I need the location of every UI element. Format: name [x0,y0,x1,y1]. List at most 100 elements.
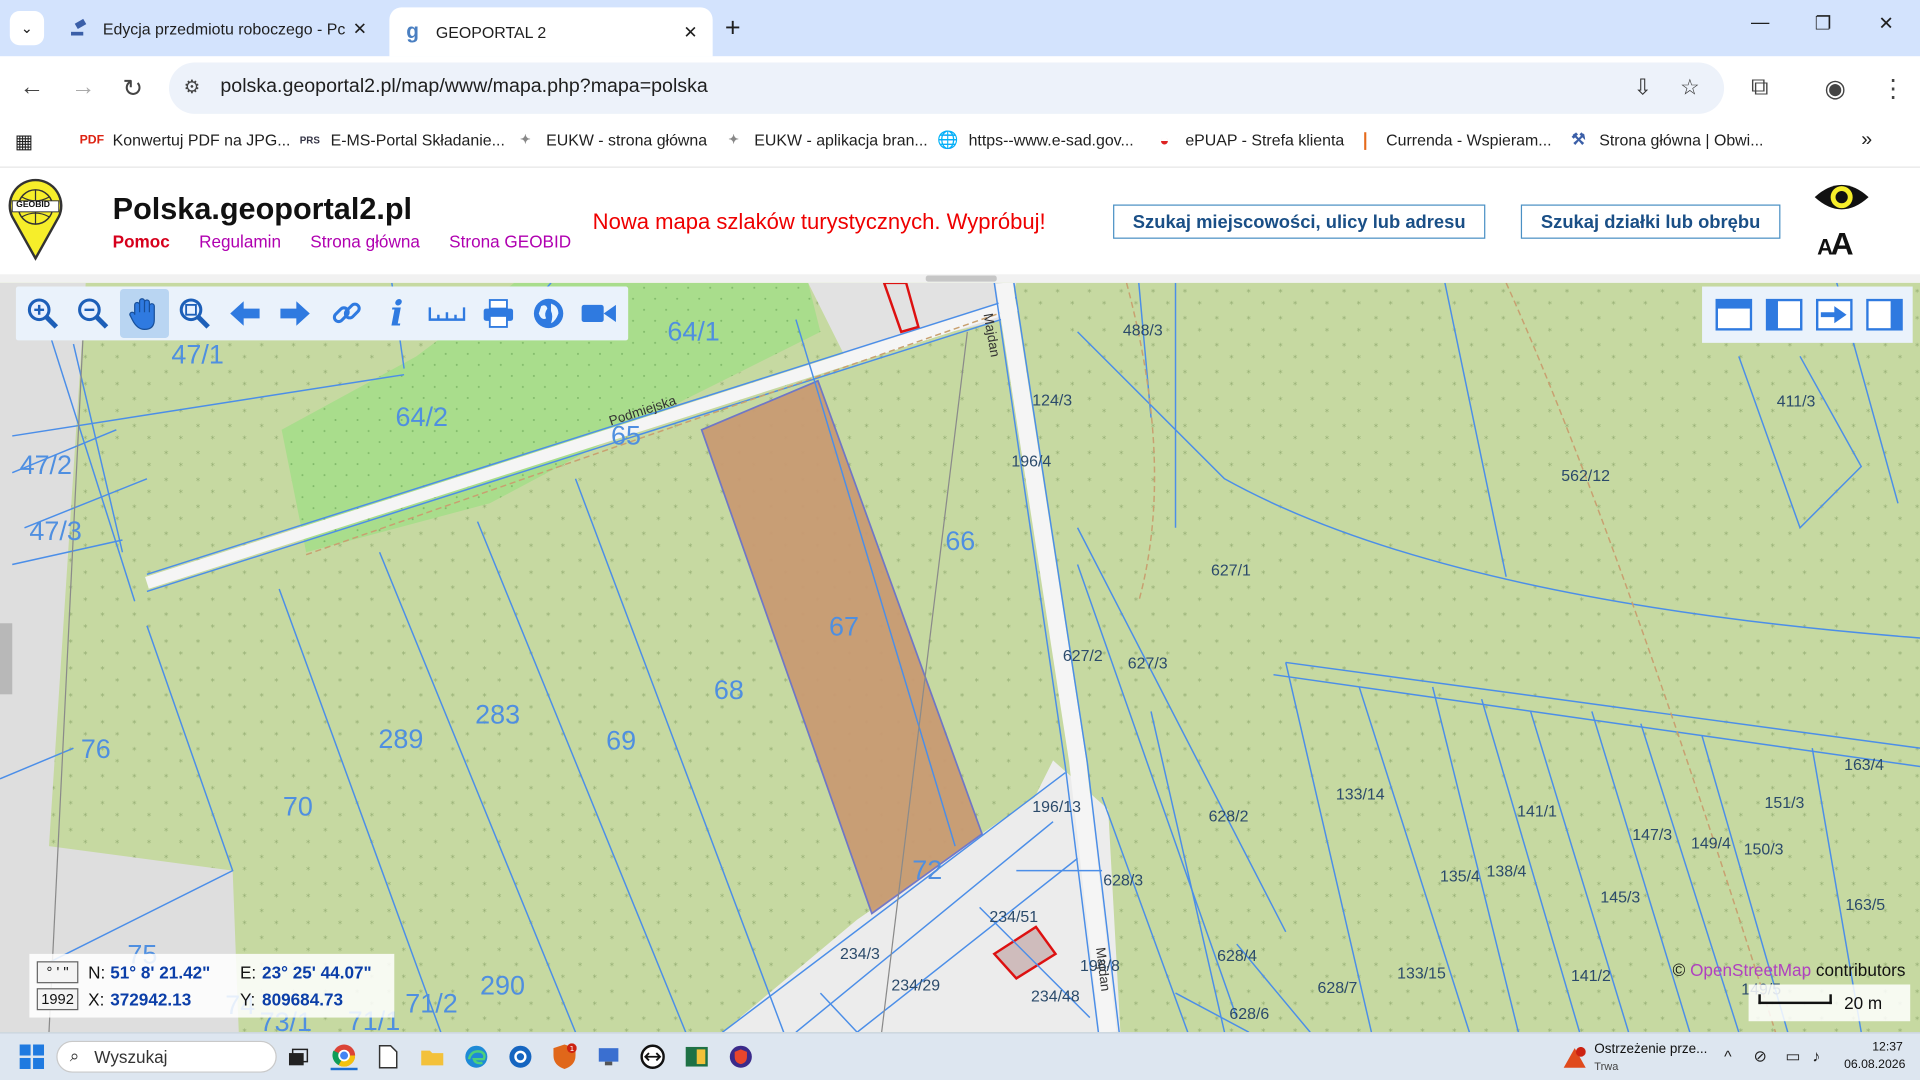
network-off-icon[interactable]: ⊘ [1753,1047,1766,1067]
geobid-link[interactable]: Strona GEOBID [449,231,571,251]
forward-arrow-icon[interactable] [271,289,320,338]
new-tab-button[interactable]: + [725,12,741,44]
parcel-label[interactable]: 141/1 [1517,802,1557,820]
parcel-label[interactable]: 147/3 [1632,825,1672,843]
print-icon[interactable] [473,289,522,338]
search-address-button[interactable]: Szukaj miejscowości, ulicy lub adresu [1113,204,1486,239]
bookmark-epuap[interactable]: ◒ ePUAP - Strefa klienta [1153,130,1345,150]
bookmark-eukw-app[interactable]: ✦ EUKW - aplikacja bran... [722,130,927,150]
parcel-label[interactable]: 149/4 [1691,834,1731,852]
parcel-label[interactable]: 133/15 [1397,964,1446,982]
back-arrow-icon[interactable] [221,289,270,338]
file-icon[interactable] [375,1043,402,1070]
minimize-icon[interactable]: — [1751,12,1769,33]
window-icon[interactable] [1711,291,1758,338]
bookmark-star-icon[interactable]: ☆ [1680,75,1700,101]
parcel-label[interactable]: 627/3 [1128,654,1168,672]
zoom-box-icon[interactable] [170,289,219,338]
bookmark-obwieszczenia[interactable]: ⚒ Strona główna | Obwi... [1567,130,1763,150]
left-panel-icon[interactable] [1761,291,1808,338]
font-size-toggle[interactable]: AA [1817,225,1871,263]
monitor-icon[interactable]: ▭ [1785,1047,1800,1067]
parcel-label[interactable]: 628/3 [1103,871,1143,889]
parcel-label[interactable]: 141/2 [1571,966,1611,984]
tab-geoportal[interactable]: g GEOPORTAL 2 ✕ [389,7,713,57]
clock[interactable]: 12:37 06.08.2026 [1844,1040,1905,1074]
chevron-up-icon[interactable]: ^ [1724,1047,1731,1065]
zoom-out-icon[interactable] [69,289,118,338]
measure-icon[interactable] [423,289,472,338]
bookmark-ems[interactable]: PRS E-MS-Portal Składanie... [299,130,505,150]
parcel-label[interactable]: 150/3 [1744,840,1784,858]
extensions-icon[interactable]: ⧉ [1751,73,1768,101]
url-text[interactable]: polska.geoportal2.pl/map/www/mapa.php?ma… [220,76,707,98]
parcel-label[interactable]: 135/4 [1440,867,1480,885]
security-app-icon[interactable] [727,1043,754,1070]
windows-start-icon[interactable] [19,1044,45,1069]
info-icon[interactable]: i [372,289,421,338]
side-panel-handle[interactable] [0,623,13,695]
zoom-in-icon[interactable] [18,289,67,338]
site-settings-icon[interactable]: ⚙ [184,76,200,98]
restore-icon[interactable]: ❐ [1815,12,1831,34]
shield-icon[interactable]: 1 [551,1043,578,1070]
parcel-label[interactable]: 151/3 [1765,793,1805,811]
resize-grip[interactable] [925,275,997,282]
parcel-label[interactable]: 627/2 [1063,647,1103,665]
parcel-label[interactable]: 163/4 [1844,756,1884,774]
parcel-label[interactable]: 234/51 [989,907,1038,925]
folder-icon[interactable] [419,1043,446,1070]
parcel-label[interactable]: 234/48 [1031,987,1080,1005]
tab-search-button[interactable]: ⌄ [9,11,45,46]
search-parcel-button[interactable]: Szukaj działki lub obrębu [1520,204,1781,239]
parcel-label[interactable]: 627/1 [1211,561,1251,579]
osm-link[interactable]: OpenStreetMap [1690,960,1811,980]
more-bookmarks-icon[interactable]: » [1861,130,1872,152]
install-app-icon[interactable]: ⇩ [1633,75,1651,101]
menu-dots-icon[interactable]: ⋮ [1881,73,1905,104]
reload-icon[interactable]: ↻ [122,73,143,104]
taskbar-search[interactable]: ⌕ Wyszukaj [56,1040,277,1073]
parcel-label[interactable]: 163/5 [1845,895,1885,913]
coord-format-button[interactable]: ° ' " [36,961,79,984]
link-icon[interactable] [322,289,371,338]
parcel-label[interactable]: 234/29 [891,976,940,994]
excel-icon[interactable] [683,1043,710,1070]
speaker-icon[interactable]: ♪ [1812,1047,1820,1065]
teamviewer-icon[interactable] [639,1043,666,1070]
back-icon[interactable]: ← [20,73,44,101]
task-view-icon[interactable] [284,1043,311,1070]
remote-icon[interactable] [595,1043,622,1070]
bookmark-currenda[interactable]: ❘ Currenda - Wspieram... [1354,129,1551,150]
parcel-label[interactable]: 133/14 [1336,785,1385,803]
terms-link[interactable]: Regulamin [199,231,281,251]
parcel-label[interactable]: 234/3 [840,944,880,962]
parcel-label[interactable]: 138/4 [1487,862,1527,880]
export-icon[interactable] [1811,291,1858,338]
video-icon[interactable] [575,289,624,338]
parcel-label[interactable]: 411/3 [1777,392,1816,410]
globe-icon[interactable] [524,289,573,338]
header-divider[interactable] [0,274,1920,283]
parcel-label[interactable]: 628/4 [1217,947,1257,965]
map-view[interactable]: * * [0,282,1920,1033]
close-window-icon[interactable]: ✕ [1878,12,1893,34]
bookmark-esad[interactable]: 🌐 https--www.e-sad.gov... [937,129,1134,150]
edge-icon[interactable] [463,1043,490,1070]
forward-icon[interactable]: → [71,73,95,101]
close-tab-icon[interactable]: ✕ [350,18,370,39]
geobid-logo[interactable] [7,178,63,261]
bookmark-pdf24[interactable]: PDF Konwertuj PDF na JPG... [80,130,291,150]
help-link[interactable]: Pomoc [113,231,170,251]
parcel-label[interactable]: 196/13 [1032,797,1081,815]
chrome-icon[interactable] [330,1043,358,1071]
tab-edycja[interactable]: Edycja przedmiotu roboczego - Pc ✕ [56,7,382,49]
parcel-label[interactable]: 488/3 [1123,321,1163,339]
bookmark-eukw-home[interactable]: ✦ EUKW - strona główna [514,130,707,150]
address-bar[interactable]: ⚙ polska.geoportal2.pl/map/www/mapa.php?… [168,62,1725,114]
apps-grid-icon[interactable]: ▦ [15,130,34,154]
outlook-icon[interactable] [507,1043,534,1070]
profile-icon[interactable]: ◉ [1825,73,1846,104]
pan-hand-icon[interactable] [119,288,169,338]
parcel-label[interactable]: 145/3 [1600,888,1640,906]
